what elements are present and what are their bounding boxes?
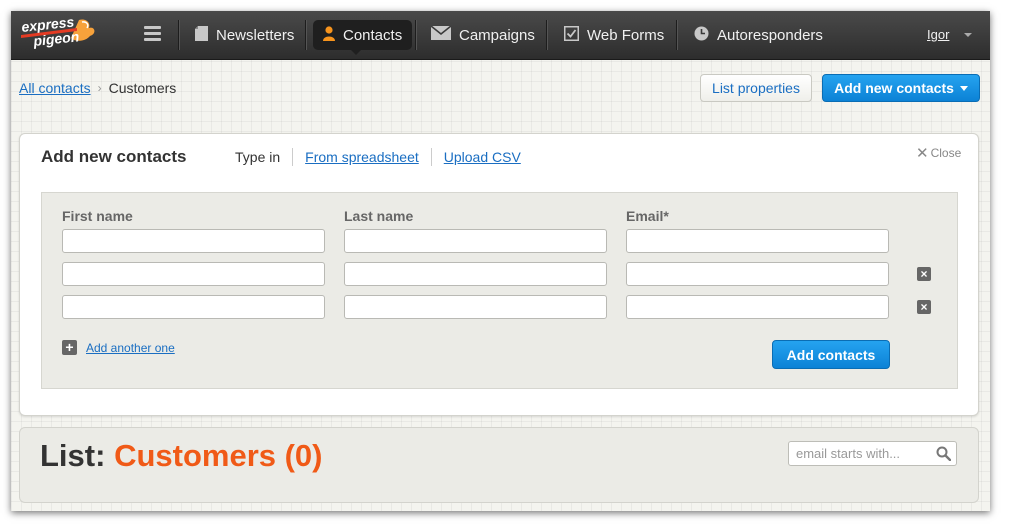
nav-label: Campaigns (459, 26, 535, 44)
add-another-link[interactable]: Add another one (86, 341, 175, 355)
nav-label: Newsletters (216, 26, 295, 44)
app-window: express pigeon Newsletters Contacts Camp… (11, 11, 990, 511)
express-pigeon-logo[interactable]: express pigeon (19, 14, 99, 52)
first-name-column-label: First name (62, 208, 133, 224)
list-properties-label: List properties (712, 80, 800, 96)
nav-divider (305, 20, 306, 50)
first-name-field[interactable] (62, 229, 325, 253)
nav-campaigns[interactable]: Campaigns (430, 20, 535, 50)
add-new-contacts-label: Add new contacts (834, 80, 954, 96)
nav-label: Web Forms (587, 26, 665, 44)
nav-web-forms[interactable]: Web Forms (564, 20, 664, 50)
email-column-label: Email* (626, 208, 669, 224)
nav-divider (546, 20, 547, 50)
panel-title: Add new contacts (41, 147, 187, 166)
nav-newsletters[interactable]: Newsletters (195, 20, 294, 50)
last-name-column-label: Last name (344, 208, 414, 224)
nav-label: Contacts (343, 26, 403, 44)
active-nav-indicator (351, 50, 361, 55)
nav-divider (178, 20, 179, 50)
last-name-field[interactable] (344, 229, 607, 253)
list-header-panel: List: Customers (0) (19, 427, 979, 503)
envelope-icon (430, 25, 452, 44)
add-new-contacts-button[interactable]: Add new contacts (822, 74, 980, 102)
list-name: Customers (0) (114, 438, 323, 473)
last-name-field[interactable] (344, 295, 607, 319)
breadcrumb-all-contacts-link[interactable]: All contacts (19, 80, 91, 96)
list-title-prefix: List: (40, 438, 106, 473)
add-contacts-button[interactable]: Add contacts (772, 340, 890, 369)
first-name-field[interactable] (62, 262, 325, 286)
input-method-tabs: Type in From spreadsheet Upload CSV (235, 148, 533, 166)
tab-from-spreadsheet[interactable]: From spreadsheet (292, 148, 431, 166)
nav-label: Autoresponders (717, 26, 823, 44)
contact-entry-form: First name Last name Email* × × + Add an… (41, 192, 958, 389)
tab-type-in[interactable]: Type in (235, 148, 292, 166)
newsletter-icon (195, 25, 208, 45)
last-name-field[interactable] (344, 262, 607, 286)
user-menu-link[interactable]: Igor (927, 27, 949, 42)
top-navigation-bar: express pigeon Newsletters Contacts Camp… (11, 11, 990, 60)
nav-divider (676, 20, 677, 50)
first-name-field[interactable] (62, 295, 325, 319)
search-icon[interactable] (936, 446, 952, 466)
list-properties-button[interactable]: List properties (700, 74, 812, 102)
list-title: List: Customers (0) (40, 438, 323, 474)
hamburger-icon (144, 25, 161, 45)
checkbox-icon (564, 25, 579, 45)
remove-row-icon[interactable]: × (917, 267, 931, 281)
add-contacts-label: Add contacts (786, 346, 876, 363)
nav-autoresponders[interactable]: Autoresponders (694, 20, 823, 50)
close-icon: ✕ (916, 145, 929, 162)
close-button[interactable]: ✕ Close (916, 144, 961, 162)
tab-upload-csv[interactable]: Upload CSV (430, 148, 533, 166)
email-field[interactable] (626, 229, 889, 253)
breadcrumb-current: Customers (108, 80, 177, 96)
caret-down-icon (959, 85, 968, 91)
nav-contacts[interactable]: Contacts (313, 20, 413, 50)
plus-icon: + (62, 340, 77, 355)
email-search-box[interactable] (788, 441, 957, 466)
add-contacts-panel: Add new contacts Type in From spreadshee… (19, 133, 979, 416)
email-search-input[interactable] (789, 442, 934, 465)
person-icon (323, 25, 335, 45)
nav-divider (415, 20, 416, 50)
chevron-down-icon[interactable] (964, 33, 972, 37)
close-label: Close (930, 146, 962, 160)
breadcrumb-separator-icon: › (97, 81, 102, 95)
email-field[interactable] (626, 295, 889, 319)
main-menu-button[interactable] (144, 20, 169, 50)
add-another-row[interactable]: + Add another one (62, 340, 175, 355)
remove-row-icon[interactable]: × (917, 300, 931, 314)
email-field[interactable] (626, 262, 889, 286)
breadcrumb: All contacts › Customers (19, 80, 176, 96)
clock-icon (694, 26, 709, 45)
